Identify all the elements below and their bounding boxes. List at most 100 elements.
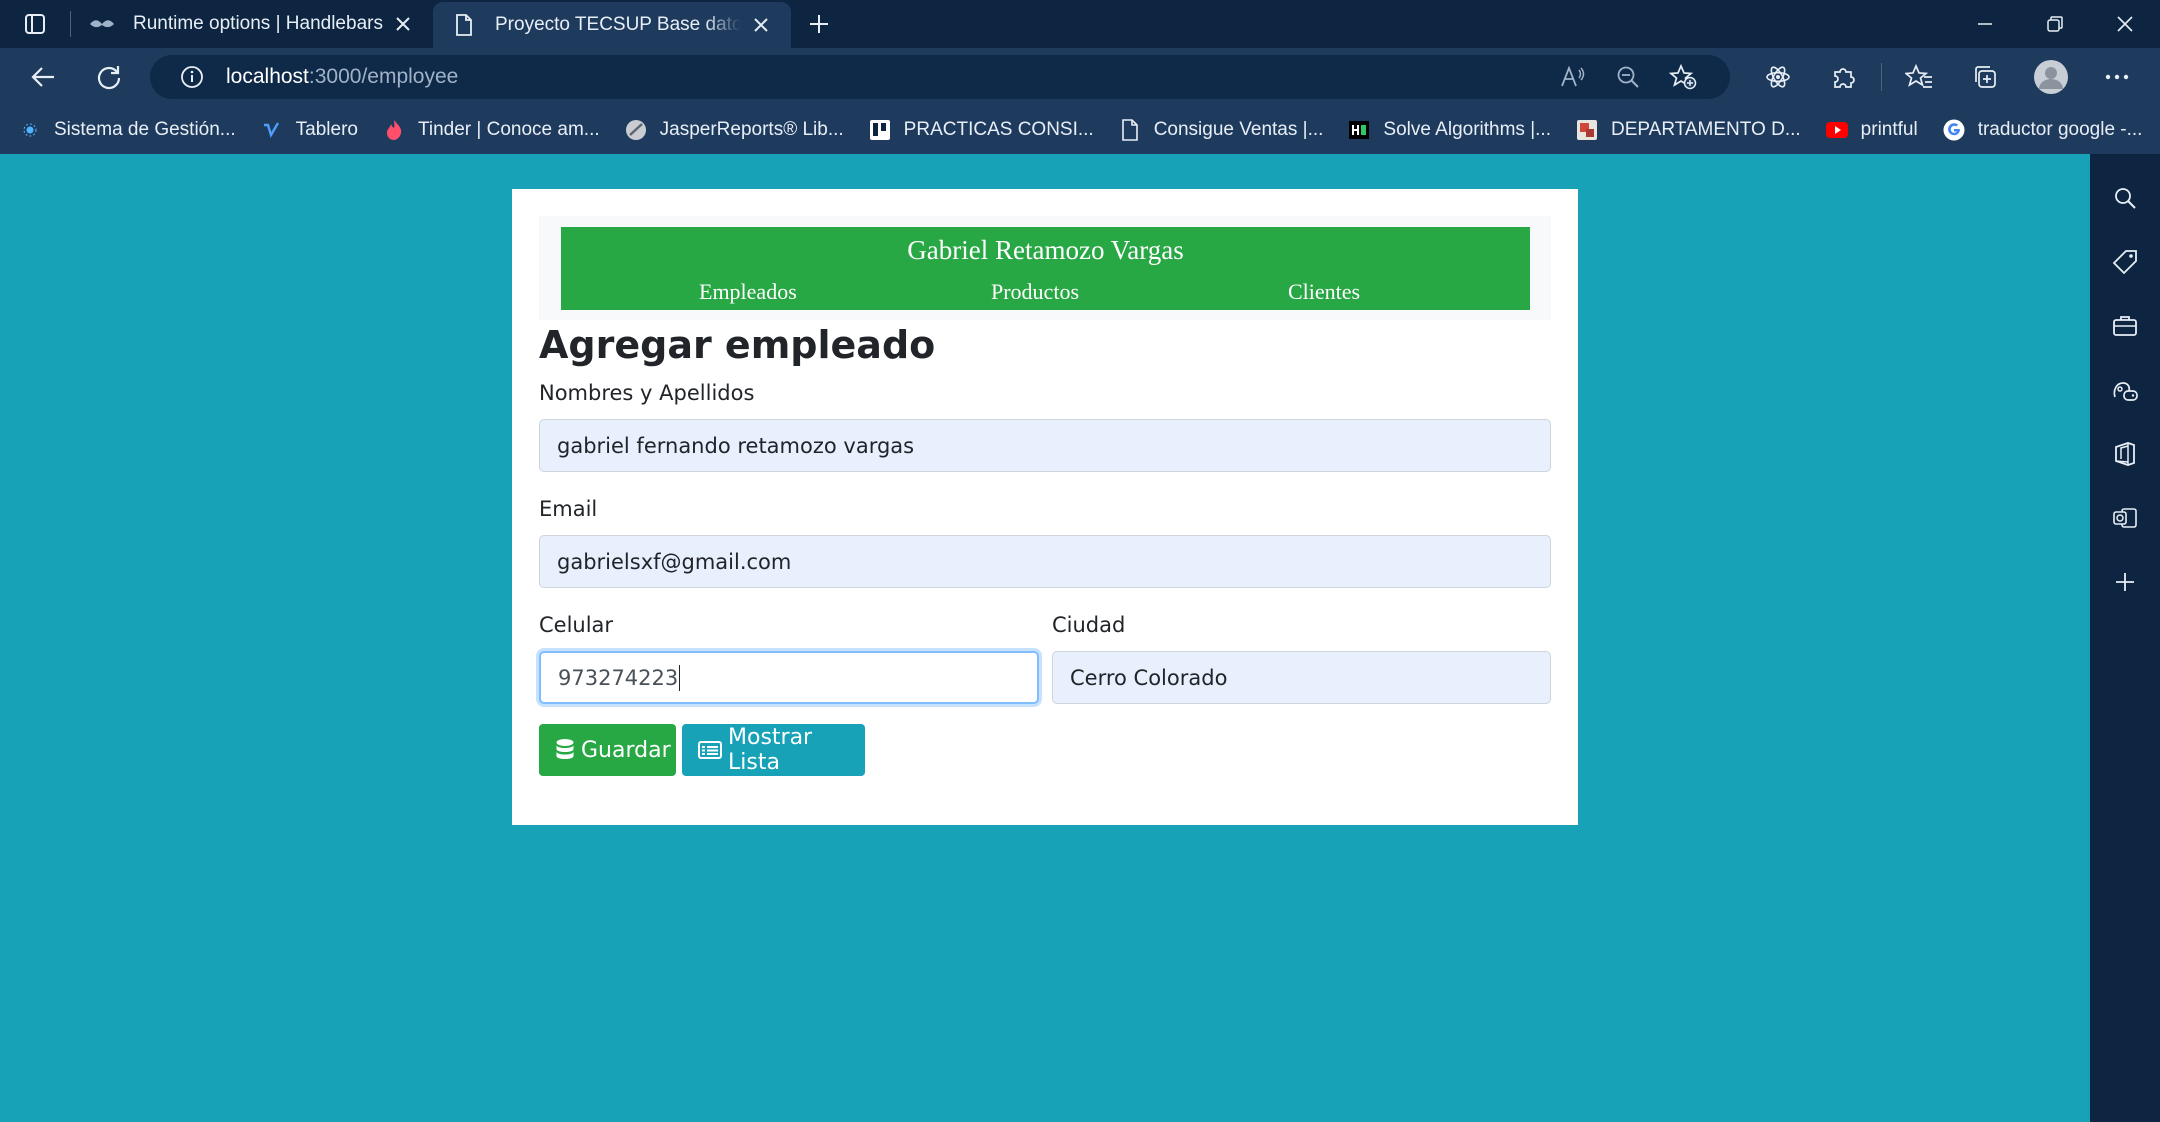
email-input[interactable]: gabrielsxf@gmail.com xyxy=(539,535,1551,588)
name-value: gabriel fernando retamozo vargas xyxy=(557,433,915,458)
new-tab-button[interactable] xyxy=(791,0,847,48)
form-title: Agregar empleado xyxy=(539,323,936,367)
plus-icon xyxy=(810,15,828,33)
employee-form-card: Gabriel Retamozo Vargas Empleados Produc… xyxy=(512,189,1578,825)
google-icon xyxy=(1942,118,1966,142)
url-host: localhost xyxy=(226,65,309,88)
vimeo-icon xyxy=(260,118,284,142)
refresh-button[interactable] xyxy=(78,48,140,106)
search-icon xyxy=(2115,188,2136,209)
profile-button[interactable] xyxy=(2018,48,2084,106)
text-caret xyxy=(679,664,681,691)
bookmark-label: printful xyxy=(1860,119,1918,140)
bookmark-item[interactable]: Tablero xyxy=(260,118,358,142)
toolbar-separator xyxy=(1881,63,1882,91)
collections-button[interactable] xyxy=(1952,48,2018,106)
collections-icon xyxy=(1975,66,1996,88)
bookmarks-bar: Sistema de Gestión... Tablero Tinder | C… xyxy=(0,106,2160,154)
bookmark-item[interactable]: printful xyxy=(1825,118,1918,142)
city-input[interactable]: Cerro Colorado xyxy=(1052,651,1551,704)
window-controls xyxy=(1950,0,2160,48)
back-button[interactable] xyxy=(12,48,74,106)
site-brand: Gabriel Retamozo Vargas xyxy=(907,235,1184,265)
flame-icon xyxy=(382,118,406,142)
bookmark-item[interactable]: PRACTICAS CONSI... xyxy=(868,118,1094,142)
bookmark-item[interactable]: Tinder | Conoce am... xyxy=(382,118,600,142)
handlebars-icon xyxy=(89,12,115,36)
avatar xyxy=(2034,60,2068,94)
bookmark-label: Sistema de Gestión... xyxy=(54,119,236,140)
bookmark-label: PRACTICAS CONSI... xyxy=(903,119,1094,140)
refresh-icon xyxy=(97,66,121,90)
settings-more-button[interactable] xyxy=(2084,48,2150,106)
tab-title: Proyecto TECSUP Base datos avanzado xyxy=(495,14,741,35)
bookmark-item[interactable]: Solve Algorithms |... xyxy=(1347,118,1551,142)
react-devtools-button[interactable] xyxy=(1745,48,1811,106)
dept-icon xyxy=(1575,118,1599,142)
sidebar-add-button[interactable] xyxy=(2090,550,2160,614)
tab-actions-button[interactable] xyxy=(0,0,70,48)
games-icon xyxy=(2113,382,2138,401)
trello-icon xyxy=(868,118,892,142)
bookmark-item[interactable]: traductor google -... xyxy=(1942,118,2143,142)
city-value: Cerro Colorado xyxy=(1070,665,1228,690)
back-arrow-icon xyxy=(31,67,54,87)
sidebar-outlook-button[interactable] xyxy=(2090,486,2160,550)
hackerrank-icon xyxy=(1347,118,1371,142)
site-info-icon[interactable] xyxy=(170,65,214,89)
site-header: Gabriel Retamozo Vargas Empleados Produc… xyxy=(561,227,1530,310)
tab-bar: Runtime options | Handlebars Proyecto TE… xyxy=(0,0,2160,48)
close-tab-icon[interactable] xyxy=(391,12,415,36)
extensions-button[interactable] xyxy=(1811,48,1877,106)
nav-link-empleados[interactable]: Empleados xyxy=(699,279,797,305)
bookmark-item[interactable]: Sistema de Gestión... xyxy=(18,118,236,142)
save-button[interactable]: Guardar xyxy=(539,724,676,776)
favorites-icon xyxy=(1905,64,1932,88)
favorites-button[interactable] xyxy=(1886,48,1952,106)
close-icon xyxy=(2117,16,2133,32)
url-bar[interactable]: localhost:3000/employee xyxy=(150,55,1730,99)
sidebar-games-button[interactable] xyxy=(2090,358,2160,422)
close-tab-icon[interactable] xyxy=(749,13,773,37)
nav-link-productos[interactable]: Productos xyxy=(991,279,1079,305)
bookmark-item[interactable]: Consigue Ventas |... xyxy=(1118,118,1324,142)
phone-input[interactable]: 973274223 xyxy=(539,651,1039,704)
url-path: :3000/employee xyxy=(308,65,459,88)
email-value: gabrielsxf@gmail.com xyxy=(557,549,792,574)
sidebar-shopping-button[interactable] xyxy=(2090,230,2160,294)
phone-value: 973274223 xyxy=(558,665,679,690)
bookmark-label: Tinder | Conoce am... xyxy=(417,119,600,140)
outlook-icon xyxy=(2113,508,2137,528)
bookmark-item[interactable]: JasperReports® Lib... xyxy=(624,118,844,142)
read-aloud-icon[interactable] xyxy=(1545,66,1600,88)
toolbar-right xyxy=(1745,48,2150,106)
tab-handlebars[interactable]: Runtime options | Handlebars xyxy=(71,0,433,48)
bookmark-label: DEPARTAMENTO D... xyxy=(1610,119,1801,140)
restore-button[interactable] xyxy=(2020,0,2090,48)
restore-icon xyxy=(2047,16,2063,32)
bookmark-label: traductor google -... xyxy=(1977,119,2143,140)
office-icon xyxy=(2115,442,2135,466)
bookmark-item[interactable]: DEPARTAMENTO D... xyxy=(1575,118,1801,142)
page-icon xyxy=(1118,118,1142,142)
sidebar-tools-button[interactable] xyxy=(2090,294,2160,358)
nav-link-clientes[interactable]: Clientes xyxy=(1288,279,1360,305)
react-icon xyxy=(1766,66,1790,88)
bookmark-label: Consigue Ventas |... xyxy=(1153,119,1324,140)
sidebar-search-button[interactable] xyxy=(2090,166,2160,230)
name-input[interactable]: gabriel fernando retamozo vargas xyxy=(539,419,1551,472)
tab-proyecto[interactable]: Proyecto TECSUP Base datos avanzado xyxy=(433,2,791,48)
minimize-button[interactable] xyxy=(1950,0,2020,48)
sidebar-office-button[interactable] xyxy=(2090,422,2160,486)
minimize-icon xyxy=(1978,23,1992,25)
add-favorite-icon[interactable] xyxy=(1655,64,1710,90)
show-list-button[interactable]: Mostrar Lista xyxy=(682,724,865,776)
more-icon xyxy=(2105,74,2129,80)
zoom-out-icon[interactable] xyxy=(1600,65,1655,89)
close-window-button[interactable] xyxy=(2090,0,2160,48)
bookmark-label: JasperReports® Lib... xyxy=(659,119,844,140)
save-button-label: Guardar xyxy=(581,737,671,763)
page-icon xyxy=(451,13,477,37)
tab-title: Runtime options | Handlebars xyxy=(133,13,383,34)
url-text: localhost:3000/employee xyxy=(226,65,458,89)
